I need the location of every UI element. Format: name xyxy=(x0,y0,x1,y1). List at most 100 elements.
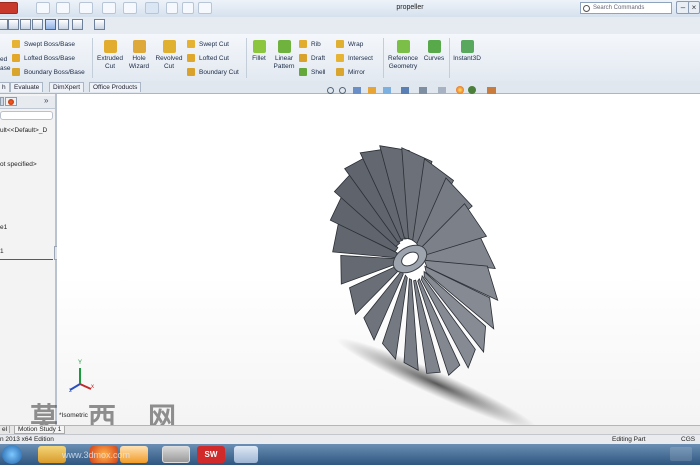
instant3d-button[interactable]: Instant3D xyxy=(451,40,483,63)
file-properties-icon[interactable] xyxy=(182,2,194,14)
linear-pattern-button[interactable]: Linear Pattern xyxy=(270,40,298,71)
boundary-boss-label: Boundary Boss/Base xyxy=(24,68,85,76)
expand-panel-icon[interactable]: » xyxy=(44,96,48,105)
lofted-boss-base-button[interactable]: Lofted Boss/Base xyxy=(12,54,75,62)
draft-button[interactable]: Draft xyxy=(299,54,325,62)
extruded-cut-button[interactable]: Extruded Cut xyxy=(94,40,126,71)
curves-icon xyxy=(427,40,441,53)
lofted-cut-icon xyxy=(187,54,195,62)
save-icon[interactable] xyxy=(79,2,93,14)
wrap-label: Wrap xyxy=(348,40,364,48)
hole-wizard-icon xyxy=(132,40,146,53)
section-view-icon[interactable] xyxy=(368,87,376,94)
swept-cut-button[interactable]: Swept Cut xyxy=(187,40,229,48)
toolbar-icon-1[interactable] xyxy=(0,19,8,30)
tab-dimxpert[interactable]: DimXpert xyxy=(49,82,85,92)
revolved-cut-button[interactable]: Revolved Cut xyxy=(153,40,185,71)
tree-item-material[interactable]: ot specified> xyxy=(0,161,37,168)
mirror-icon xyxy=(336,68,344,76)
toolbar-icon-5[interactable] xyxy=(45,19,56,30)
ribbon-separator xyxy=(246,38,247,78)
window-title: propeller xyxy=(396,4,424,11)
print-icon[interactable] xyxy=(102,2,116,14)
panel-tab-featuremanager[interactable] xyxy=(0,97,4,106)
hole-wizard-button[interactable]: Hole Wizard xyxy=(126,40,152,71)
apply-scene-icon[interactable] xyxy=(468,86,476,94)
revolved-cut-icon xyxy=(162,40,176,53)
fillet-button[interactable]: Fillet xyxy=(249,40,269,63)
heads-up-view-toolbar xyxy=(327,85,557,95)
status-units[interactable]: CGS xyxy=(681,436,695,443)
boundary-cut-button[interactable]: Boundary Cut xyxy=(187,68,239,76)
app-menu-button[interactable] xyxy=(0,2,18,14)
intersect-label: Intersect xyxy=(348,54,373,62)
tab-motion-study-1[interactable]: Motion Study 1 xyxy=(14,426,66,434)
previous-view-icon[interactable] xyxy=(353,87,361,94)
boundary-boss-base-button[interactable]: Boundary Boss/Base xyxy=(12,68,85,76)
graphics-area[interactable]: Y x z *Isometric xyxy=(57,86,700,429)
tray-clock[interactable] xyxy=(670,447,692,461)
tab-model[interactable]: el xyxy=(0,426,11,433)
toolbar-icon-3[interactable] xyxy=(20,19,31,30)
wrap-icon xyxy=(336,40,344,48)
reference-geometry-button[interactable]: Reference Geometry xyxy=(385,40,421,71)
feature-filter-input[interactable] xyxy=(0,111,53,120)
standard-toolbar xyxy=(0,17,700,35)
toolbar-icon-7[interactable] xyxy=(72,19,83,30)
toolbar-icon-8[interactable] xyxy=(94,19,105,30)
mirror-label: Mirror xyxy=(348,68,365,76)
search-commands-box[interactable]: Search Commands xyxy=(580,2,672,14)
swept-boss-base-button[interactable]: Swept Boss/Base xyxy=(12,40,75,48)
view-settings-icon[interactable] xyxy=(487,87,496,94)
wrap-button[interactable]: Wrap xyxy=(336,40,363,48)
select-icon[interactable] xyxy=(145,2,159,14)
curves-button[interactable]: Curves xyxy=(422,40,446,63)
view-orientation-icon[interactable] xyxy=(401,87,409,94)
propeller-model[interactable] xyxy=(307,139,567,429)
instant3d-icon xyxy=(460,40,474,53)
options-icon[interactable] xyxy=(198,2,212,14)
undo-icon[interactable] xyxy=(123,2,137,14)
display-style-icon[interactable] xyxy=(419,87,427,94)
ribbon-cut-off-item[interactable]: ed ase xyxy=(0,55,10,73)
model-shadow xyxy=(336,337,538,429)
rollback-bar[interactable] xyxy=(0,259,53,260)
ribbon-separator xyxy=(383,38,384,78)
toolbar-icon-4[interactable] xyxy=(32,19,43,30)
taskbar-solidworks-explorer-icon[interactable] xyxy=(162,446,190,463)
swept-boss-icon xyxy=(12,40,20,48)
zoom-to-area-icon[interactable] xyxy=(339,87,346,94)
taskbar-paint-icon[interactable] xyxy=(234,446,258,463)
hide-show-items-icon[interactable] xyxy=(438,87,446,94)
tree-item-feature-2[interactable]: 1 xyxy=(0,248,4,255)
search-commands-placeholder: Search Commands xyxy=(593,5,645,11)
open-icon[interactable] xyxy=(56,2,70,14)
appearance-ball-icon xyxy=(8,99,14,105)
close-button[interactable]: × xyxy=(688,1,700,14)
tree-item-feature-1[interactable]: e1 xyxy=(0,224,7,231)
extruded-cut-icon xyxy=(103,40,117,53)
lofted-boss-label: Lofted Boss/Base xyxy=(24,54,75,62)
triad-y-label: Y xyxy=(78,360,83,366)
edit-appearance-icon[interactable] xyxy=(456,86,464,94)
tab-sketch[interactable]: h xyxy=(0,82,10,92)
rib-button[interactable]: Rib xyxy=(299,40,321,48)
zoom-to-fit-icon[interactable] xyxy=(327,87,334,94)
toolbar-icon-6[interactable] xyxy=(58,19,69,30)
dynamic-annotation-icon[interactable] xyxy=(383,87,391,94)
tab-office-products[interactable]: Office Products xyxy=(89,82,142,92)
panel-tab-appearances[interactable] xyxy=(5,97,17,106)
taskbar-solidworks-icon[interactable]: SW xyxy=(197,446,225,463)
lofted-cut-button[interactable]: Lofted Cut xyxy=(187,54,229,62)
toolbar-icon-2[interactable] xyxy=(8,19,19,30)
start-button[interactable] xyxy=(2,445,22,464)
shell-button[interactable]: Shell xyxy=(299,68,325,76)
title-bar: propeller Search Commands – × xyxy=(0,0,700,18)
cut-off-label-top: ed xyxy=(0,56,8,63)
new-icon[interactable] xyxy=(36,2,50,14)
rebuild-icon[interactable] xyxy=(166,2,178,14)
mirror-button[interactable]: Mirror xyxy=(336,68,365,76)
intersect-button[interactable]: Intersect xyxy=(336,54,373,62)
tree-item-configuration[interactable]: ult<<Default>_D xyxy=(0,127,47,134)
tab-evaluate[interactable]: Evaluate xyxy=(10,82,44,92)
